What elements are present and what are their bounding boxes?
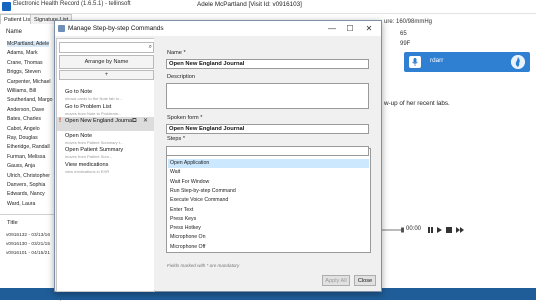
command-name: Open Patient Summary <box>65 147 124 154</box>
command-name: View medications <box>65 162 109 168</box>
command-list-item[interactable]: View medications view medications in EHR <box>57 161 154 175</box>
dialog-app-icon <box>58 25 65 32</box>
microphone-icon[interactable] <box>409 56 421 68</box>
patient-list-item[interactable]: Ulrich, Christopher <box>7 173 50 179</box>
command-list-item[interactable]: Go to Note shows cards to the Note tab in… <box>57 88 154 102</box>
command-list-item[interactable]: ! Open New England Journal ⧉ ✕ <box>57 117 154 132</box>
command-name: Go to Problem List <box>65 103 112 110</box>
patient-list-item[interactable]: Danvers, Sophia <box>7 182 45 188</box>
patient-list-item[interactable]: Bates, Charles <box>7 116 41 122</box>
audio-time: 00:00 <box>406 226 422 232</box>
command-editor: Name * Open New England Journal Descript… <box>154 38 380 290</box>
warning-icon: ! <box>59 118 61 125</box>
vital-pulse: 65 <box>400 31 407 37</box>
step-option[interactable]: Execute Voice Command <box>168 196 369 205</box>
command-description: moves from Note to Problems... <box>65 110 122 116</box>
vital-temperature: 99F <box>400 41 411 47</box>
command-description: moves from Patient Summary t... <box>65 139 124 145</box>
patient-list-item[interactable]: Furman, Melissa <box>7 154 45 160</box>
minimize-icon[interactable]: — <box>323 21 341 36</box>
search-icon[interactable]: ⌕ <box>149 43 152 52</box>
patient-list-item[interactable]: Etheridge, Randall <box>7 144 50 150</box>
dictation-status-text: rdarr <box>430 57 444 64</box>
patient-list-item[interactable]: Edwards, Nancy <box>7 191 45 197</box>
copy-icon[interactable]: ⧉ <box>131 118 138 125</box>
patient-list-item[interactable]: McPartland, Adele <box>7 41 50 47</box>
patient-list-item[interactable]: Ray, Douglas <box>7 135 38 141</box>
ehr-title-bar: Electronic Health Record (1.6.5.1) - tel… <box>0 0 536 14</box>
ehr-logo-icon <box>2 2 11 11</box>
patient-list: Name McPartland, Adele Adams, Mark Crane, … <box>0 24 61 220</box>
mandatory-note: Fields marked with * are mandatory <box>167 263 240 268</box>
maximize-icon[interactable]: ☐ <box>341 21 359 36</box>
command-list-item[interactable]: Open Patient Summary moves from Patient S… <box>57 146 154 160</box>
visit-history-item[interactable]: v0916101 - 04/15/21 <box>6 251 50 256</box>
patient-list-item[interactable]: Anderson, Dave <box>7 107 44 113</box>
add-command-button[interactable]: + <box>59 70 154 80</box>
audio-player: 00:00 <box>382 225 536 235</box>
arrange-by-name-button[interactable]: Arrange by Name <box>59 55 154 69</box>
patient-list-item[interactable]: Williams, Bill <box>7 88 36 94</box>
step-option[interactable]: Open Application <box>168 159 369 169</box>
description-label: Description <box>167 74 195 80</box>
ehr-app-title: Electronic Health Record (1.6.5.1) - tel… <box>13 1 131 7</box>
name-field[interactable]: Open New England Journal <box>166 59 369 69</box>
command-name: Open New England Journal <box>65 118 134 125</box>
vital-blood-pressure: ure: 160/98mmHg <box>384 19 433 25</box>
steps-dropdown-list[interactable]: Open Application Wait Wait For Window Run S… <box>166 148 371 253</box>
command-description: shows cards to the Note tab in... <box>65 96 123 101</box>
apply-all-button[interactable]: Apply All <box>322 275 350 286</box>
command-list-panel: ⌕ Arrange by Name + Go to Note shows card… <box>56 38 155 292</box>
visit-history-header[interactable]: Title <box>7 220 18 226</box>
description-field[interactable] <box>166 83 369 109</box>
dictation-bar[interactable]: rdarr <box>404 52 530 72</box>
patient-list-item[interactable]: Adams, Mark <box>7 50 38 56</box>
delete-icon[interactable]: ✕ <box>142 118 149 125</box>
command-list-item[interactable]: Go to Problem List moves from Note to Pro… <box>57 103 154 117</box>
dialog-title: Manage Step-by-step Commands <box>68 25 164 32</box>
patient-list-item[interactable]: Crane, Thomas <box>7 60 43 66</box>
dialog-title-bar[interactable]: Manage Step-by-step Commands — ☐ ✕ <box>55 21 381 36</box>
command-list-item[interactable]: Open Note moves from Patient Summary t... <box>57 132 154 146</box>
step-option[interactable]: Wait For Window <box>168 178 369 187</box>
command-name: Go to Note <box>65 89 93 95</box>
close-button[interactable]: Close <box>354 275 376 286</box>
step-option[interactable]: Run Step-by-step Command <box>168 187 369 196</box>
patient-list-item[interactable]: Briggs, Steven <box>7 69 41 75</box>
visit-history-item[interactable]: v0916130 - 03/21/15 <box>6 242 50 247</box>
command-name: Open Note <box>65 132 93 139</box>
spoken-form-field[interactable]: Open New England Journal <box>166 124 369 134</box>
step-option[interactable]: Wait <box>168 168 369 177</box>
command-search-input[interactable]: ⌕ <box>59 42 154 53</box>
manage-commands-dialog: Manage Step-by-step Commands — ☐ ✕ ⌕ Arr… <box>54 20 382 292</box>
patient-list-item[interactable]: Cabot, Angelo <box>7 126 40 132</box>
clinical-note-text[interactable]: w-up of her recent labs. <box>384 100 450 107</box>
patient-list-item[interactable]: Carpenter, Michael <box>7 79 51 85</box>
command-description: moves from Patient Sum... <box>65 154 113 160</box>
command-description: view medications in EHR <box>65 169 110 174</box>
patient-list-item[interactable]: Ward, Laura <box>7 201 35 207</box>
patient-list-header[interactable]: Name <box>6 29 22 35</box>
patient-list-item[interactable]: Gauss, Anja <box>7 163 35 169</box>
steps-input[interactable] <box>166 146 369 156</box>
step-option[interactable]: Press Hotkey <box>168 224 369 233</box>
step-option[interactable]: Microphone Off <box>168 243 369 252</box>
step-option[interactable]: Press Keys <box>168 215 369 224</box>
visit-history-item[interactable]: v0916132 - 03/13/16 <box>6 233 50 238</box>
step-option[interactable]: Enter Text <box>168 206 369 215</box>
spoken-form-label: Spoken form * <box>167 115 203 121</box>
steps-label: Steps * <box>167 136 186 142</box>
dragon-flame-icon[interactable] <box>511 55 525 69</box>
patient-list-item[interactable]: Southerland, Margo <box>7 97 53 103</box>
name-label: Name * <box>167 50 186 56</box>
close-icon[interactable]: ✕ <box>360 21 378 36</box>
audio-controls-icon[interactable] <box>428 226 468 234</box>
step-option[interactable]: Microphone On <box>168 233 369 242</box>
patient-visit-header: Adele McPartland [Visit Id: v0916103] <box>197 1 302 8</box>
patient-tabs: Patient List Signature List <box>0 14 73 26</box>
